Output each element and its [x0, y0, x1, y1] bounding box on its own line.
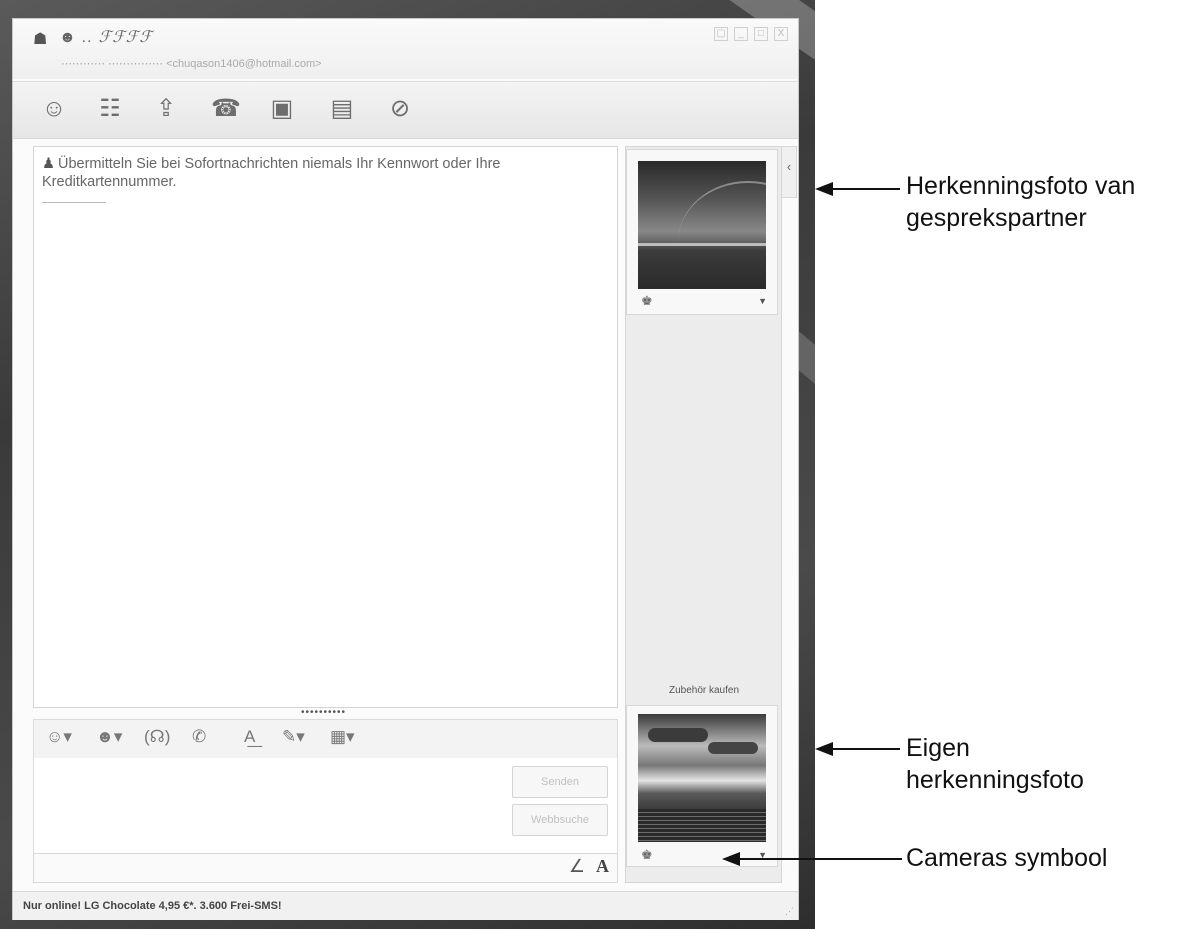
ad-status-bar: Nur online! LG Chocolate 4,95 €*. 3.600 … — [13, 891, 798, 920]
web-search-button[interactable]: Webbsuche — [512, 804, 608, 836]
contacts-icon[interactable]: ☷ — [93, 92, 127, 126]
handwriting-mode-icon[interactable]: ∠ — [569, 856, 585, 877]
action-toolbar: ☺ ☷ ⇪ ☎ ▣ ▤ ⊘ — [13, 81, 798, 139]
video-icon[interactable]: ▣ — [265, 92, 299, 126]
nudge-icon[interactable]: ✆ — [192, 727, 206, 747]
messenger-status-icon: ☗ — [33, 31, 48, 48]
webcam-icon[interactable]: ♚ — [641, 847, 653, 863]
contact-email: ⋯⋯⋯⋯ ⋯⋯⋯⋯⋯ <chuqason1406@hotmail.com> — [61, 58, 322, 70]
resize-grip-icon[interactable]: ⋰ — [785, 906, 794, 917]
emoticon-icon[interactable]: ☺▾ — [46, 727, 72, 747]
annotation-camera-symbol: Cameras symbool — [906, 844, 1108, 872]
annotation-arrow — [830, 748, 900, 750]
font-style-icon[interactable]: A͟ — [244, 727, 255, 747]
window-controls: ▢ _ □ X — [714, 27, 788, 41]
splitter-handle[interactable]: •••••••••• — [301, 707, 346, 718]
collapse-panel-button[interactable]: ‹ — [781, 146, 797, 198]
conversation-history[interactable]: ♟ Übermitteln Sie bei Sofortnachrichten n… — [33, 146, 618, 708]
cloud-shape — [648, 728, 708, 742]
message-input[interactable]: Senden Webbsuche — [33, 758, 618, 853]
chat-window: ☗ ☻ .. ℱℱℱℱ ⋯⋯⋯⋯ ⋯⋯⋯⋯⋯ <chuqason1406@hot… — [12, 18, 799, 920]
security-warning: ♟ Übermitteln Sie bei Sofortnachrichten n… — [42, 155, 602, 191]
webcam-icon[interactable]: ♚ — [641, 293, 653, 309]
annotation-line: Eigen — [906, 734, 970, 762]
rainbow-arc — [678, 181, 766, 289]
partner-display-picture[interactable] — [638, 161, 766, 289]
input-mode-bar: ∠ A — [33, 853, 618, 883]
security-warning-text: Übermitteln Sie bei Sofortnachrichten ni… — [42, 156, 501, 190]
annotation-line: herkenningsfoto — [906, 766, 1084, 794]
title-bar[interactable]: ☗ ☻ .. ℱℱℱℱ ⋯⋯⋯⋯ ⋯⋯⋯⋯⋯ <chuqason1406@hot… — [13, 19, 798, 79]
invite-contact-icon[interactable]: ☺ — [37, 92, 71, 126]
activities-icon[interactable]: ▤ — [325, 92, 359, 126]
shop-accessories-link[interactable]: Zubehör kaufen — [625, 685, 783, 696]
annotation-own-photo: Eigen herkenningsfoto — [906, 732, 1084, 796]
maximize-button[interactable]: □ — [754, 27, 768, 41]
warning-person-icon: ♟ — [42, 156, 55, 172]
close-button[interactable]: X — [774, 27, 788, 41]
text-mode-icon[interactable]: A — [596, 856, 609, 877]
wink-icon[interactable]: ☻▾ — [96, 727, 122, 747]
annotation-arrow — [738, 858, 902, 860]
annotation-arrow — [830, 188, 900, 190]
divider — [42, 202, 106, 203]
annotation-line: gesprekspartner — [906, 204, 1087, 232]
sea-lines — [638, 809, 766, 842]
call-icon[interactable]: ☎ — [209, 92, 243, 126]
contact-name: ☻ .. ℱℱℱℱ — [59, 29, 153, 46]
annotation-line: Herkenningsfoto van — [906, 172, 1136, 200]
voice-clip-icon[interactable]: (☊) — [144, 727, 170, 747]
own-photo-card: ♚ ▼ — [626, 705, 778, 867]
cloud-shape — [708, 742, 758, 754]
background-icon[interactable]: ✎▾ — [282, 727, 305, 747]
send-button[interactable]: Senden — [512, 766, 608, 798]
format-toolbar: ☺▾ ☻▾ (☊) ✆ A͟ ✎▾ ▦▾ — [33, 719, 618, 759]
chevron-down-icon[interactable]: ▼ — [758, 296, 767, 306]
own-display-picture[interactable] — [638, 714, 766, 842]
minimize-button[interactable]: _ — [734, 27, 748, 41]
share-files-icon[interactable]: ⇪ — [149, 92, 183, 126]
handwriting-icon[interactable]: ▦▾ — [330, 727, 355, 747]
annotation-partner-photo: Herkenningsfoto van gesprekspartner — [906, 170, 1135, 234]
block-icon[interactable]: ⊘ — [383, 92, 417, 126]
ad-text-link[interactable]: Nur online! LG Chocolate 4,95 €*. 3.600 … — [23, 900, 282, 912]
options-button[interactable]: ▢ — [714, 27, 728, 41]
partner-photo-card: ♚ ▼ — [626, 149, 778, 315]
